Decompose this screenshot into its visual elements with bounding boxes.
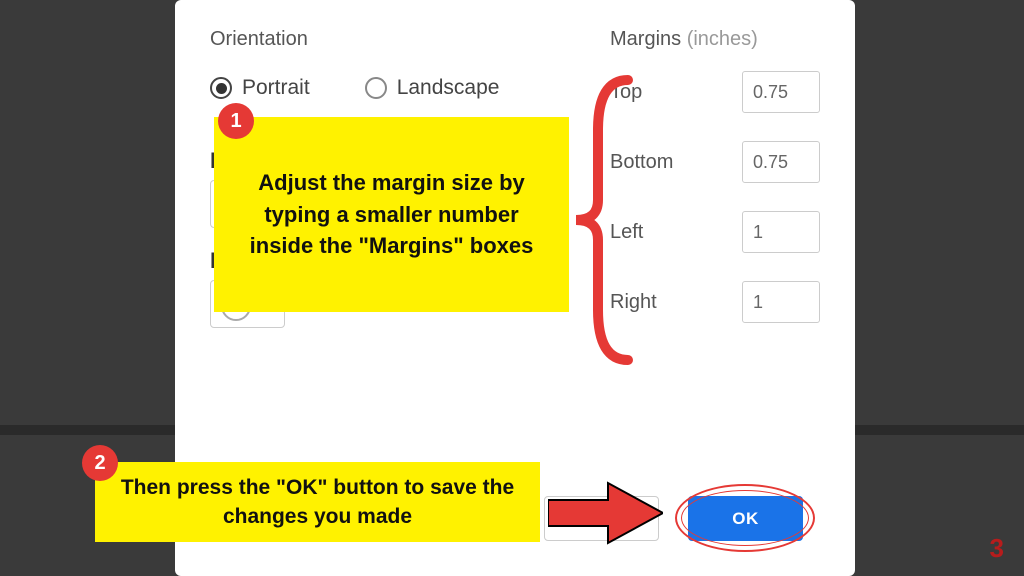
radio-landscape[interactable]: Landscape [365,76,500,100]
orientation-section: Orientation Portrait Landscape [210,28,499,100]
landscape-label: Landscape [397,76,500,100]
radio-portrait[interactable]: Portrait [210,76,310,100]
step-badge-2: 2 [82,445,118,481]
radio-circle-icon [365,77,387,99]
annotation-callout-1: Adjust the margin size by typing a small… [214,117,569,312]
annotation-callout-2: Then press the "OK" button to save the c… [95,462,540,542]
radio-dot-icon [210,77,232,99]
margin-row-top: Top [610,71,820,113]
step-badge-1: 1 [218,103,254,139]
portrait-label: Portrait [242,76,310,100]
orientation-header: Orientation [210,28,499,51]
brace-icon [568,70,638,370]
margins-title: Margins [610,28,681,50]
ok-button[interactable]: OK [688,496,803,541]
margin-row-bottom: Bottom [610,141,820,183]
orientation-options: Portrait Landscape [210,76,499,100]
callout-1-text: Adjust the margin size by typing a small… [230,167,553,263]
margins-section: Margins (inches) Top Bottom Left Right [610,28,820,351]
margins-header: Margins (inches) [610,28,820,51]
margins-unit: (inches) [687,28,758,50]
margin-row-right: Right [610,281,820,323]
margin-left-input[interactable] [742,211,820,253]
callout-2-text: Then press the "OK" button to save the c… [113,473,522,532]
margin-row-left: Left [610,211,820,253]
margin-bottom-input[interactable] [742,141,820,183]
arrow-right-icon [548,478,663,548]
page-number: 3 [990,533,1004,564]
margin-right-input[interactable] [742,281,820,323]
margin-top-input[interactable] [742,71,820,113]
